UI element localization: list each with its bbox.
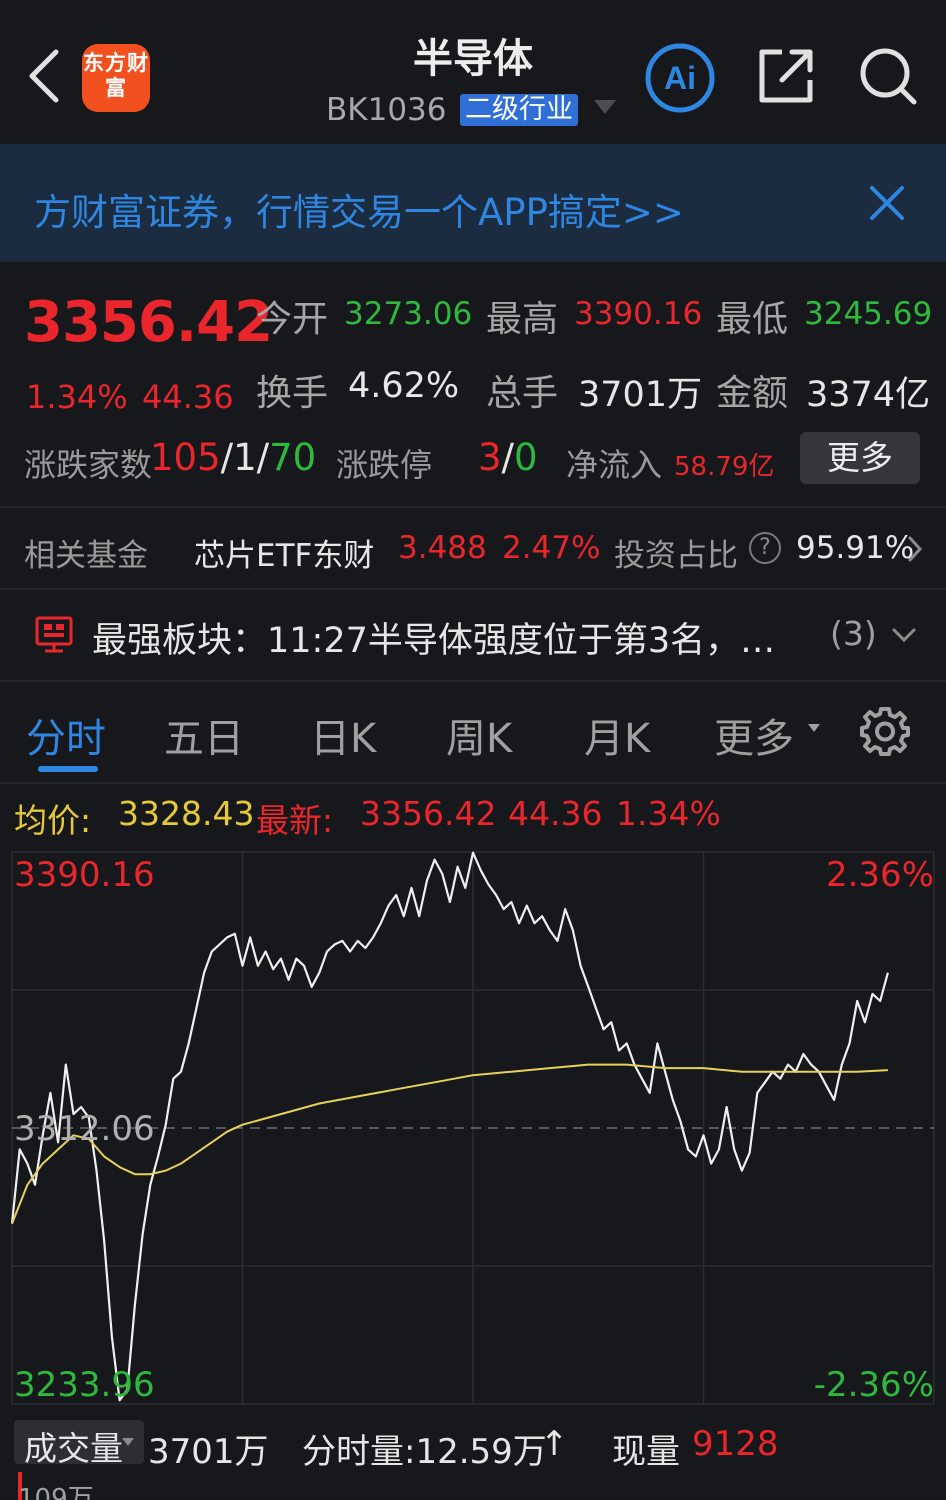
turnover-value: 4.62% [348,366,460,406]
sector-code: BK1036 [326,92,447,128]
divider [0,588,946,590]
active-tab-indicator [38,766,98,772]
volume-selector-label[interactable]: 成交量 [24,1422,123,1470]
high-label: 最高 [486,299,559,340]
tab-more[interactable]: 更多 [714,706,794,764]
dropdown-caret-icon[interactable] [594,100,616,114]
current-volume-value: 9128 [692,1424,779,1464]
dropdown-caret-icon[interactable] [122,1438,134,1446]
more-button[interactable]: 更多 [800,432,920,484]
related-fund-label: 相关基金 [24,538,148,574]
high-value: 3390.16 [574,296,703,332]
inflow-value: 58.79亿 [674,452,775,482]
divider [0,680,946,682]
eastmoney-logo[interactable]: 东方财富 [82,44,150,112]
inflow-label: 净流入 [566,446,663,484]
volume-value: 3701万 [578,375,703,415]
minute-volume: 分时量:12.59万 [302,1432,547,1472]
breadth-label: 涨跌家数 [24,446,153,484]
fund-change-percent: 2.47% [502,530,601,566]
limit-up-count: 3 [478,436,502,479]
avg-price-label: 均价: [14,801,92,840]
limit-counts: 3/0 [478,436,538,479]
help-icon[interactable]: ? [749,532,781,564]
minute-volume-arrow: ↑ [540,1424,569,1464]
ratio-value: 95.91% [796,530,915,566]
chevron-down-icon[interactable] [890,624,918,646]
tab-daily-k[interactable]: 日K [310,706,376,764]
ai-assistant-icon[interactable]: Ai [644,42,716,114]
pct-axis-bottom-label: -2.36% [814,1365,934,1405]
tab-weekly-k[interactable]: 周K [446,706,512,764]
intraday-chart[interactable]: 3390.16 3312.06 3233.96 2.36% -2.36% [0,842,946,1414]
close-icon[interactable] [868,184,906,222]
latest-price-label: 最新: [256,801,334,840]
change-value: 44.36 [142,378,234,416]
divider [0,506,946,508]
strongest-count: (3) [830,614,877,653]
ai-label: Ai [664,60,696,96]
volume-scale-label: 109万 [18,1484,94,1500]
strongest-sector-text[interactable]: 最强板块：11:27半导体强度位于第3名，… [92,612,775,663]
open-label: 今开 [256,299,329,340]
current-volume-label: 现量 [612,1432,680,1472]
last-price: 3356.42 [24,290,273,355]
y-axis-top-label: 3390.16 [14,855,155,895]
pct-axis-top-label: 2.36% [826,855,934,895]
amount-label: 金额 [716,373,789,414]
chevron-right-icon[interactable] [906,534,924,564]
latest-change: 44.36 [508,794,603,833]
avg-price-value: 3328.43 [118,794,255,833]
latest-percent: 1.34% [616,794,721,833]
back-arrow-icon[interactable] [22,44,66,108]
search-icon[interactable] [858,46,918,106]
down-count: 70 [269,436,317,479]
level-badge[interactable]: 二级行业 [460,94,578,126]
share-icon[interactable] [756,46,816,106]
change-percent: 1.34% [26,378,128,416]
turnover-label: 换手 [256,373,329,414]
limit-down-count: 0 [514,436,538,479]
ratio-label: 投资占比 [614,538,738,574]
flat-count: 1 [233,436,257,479]
limit-label: 涨跌停 [336,446,433,484]
tab-five-day[interactable]: 五日 [164,706,244,764]
latest-price-value: 3356.42 [360,794,497,833]
open-value: 3273.06 [344,296,473,332]
fund-price: 3.488 [398,530,487,566]
y-axis-mid-label: 3312.06 [14,1109,155,1149]
logo-text: 东方财富 [83,51,149,100]
volume-total: 3701万 [148,1432,269,1472]
fund-name[interactable]: 芯片ETF东财 [194,530,374,575]
volume-label: 总手 [486,373,559,414]
divider [0,782,946,784]
tab-intraday[interactable]: 分时 [26,706,106,764]
gear-icon[interactable] [860,706,910,756]
up-count: 105 [150,436,221,479]
amount-value: 3374亿 [806,375,931,415]
monitor-chart-icon [35,616,73,653]
breadth-counts: 105/1/70 [150,436,317,479]
low-label: 最低 [716,299,789,340]
y-axis-bottom-label: 3233.96 [14,1365,155,1405]
tab-monthly-k[interactable]: 月K [584,706,650,764]
dropdown-caret-icon[interactable] [808,724,820,732]
promo-banner-text[interactable]: 方财富证券，行情交易一个APP搞定>> [34,182,684,236]
low-value: 3245.69 [804,296,933,332]
